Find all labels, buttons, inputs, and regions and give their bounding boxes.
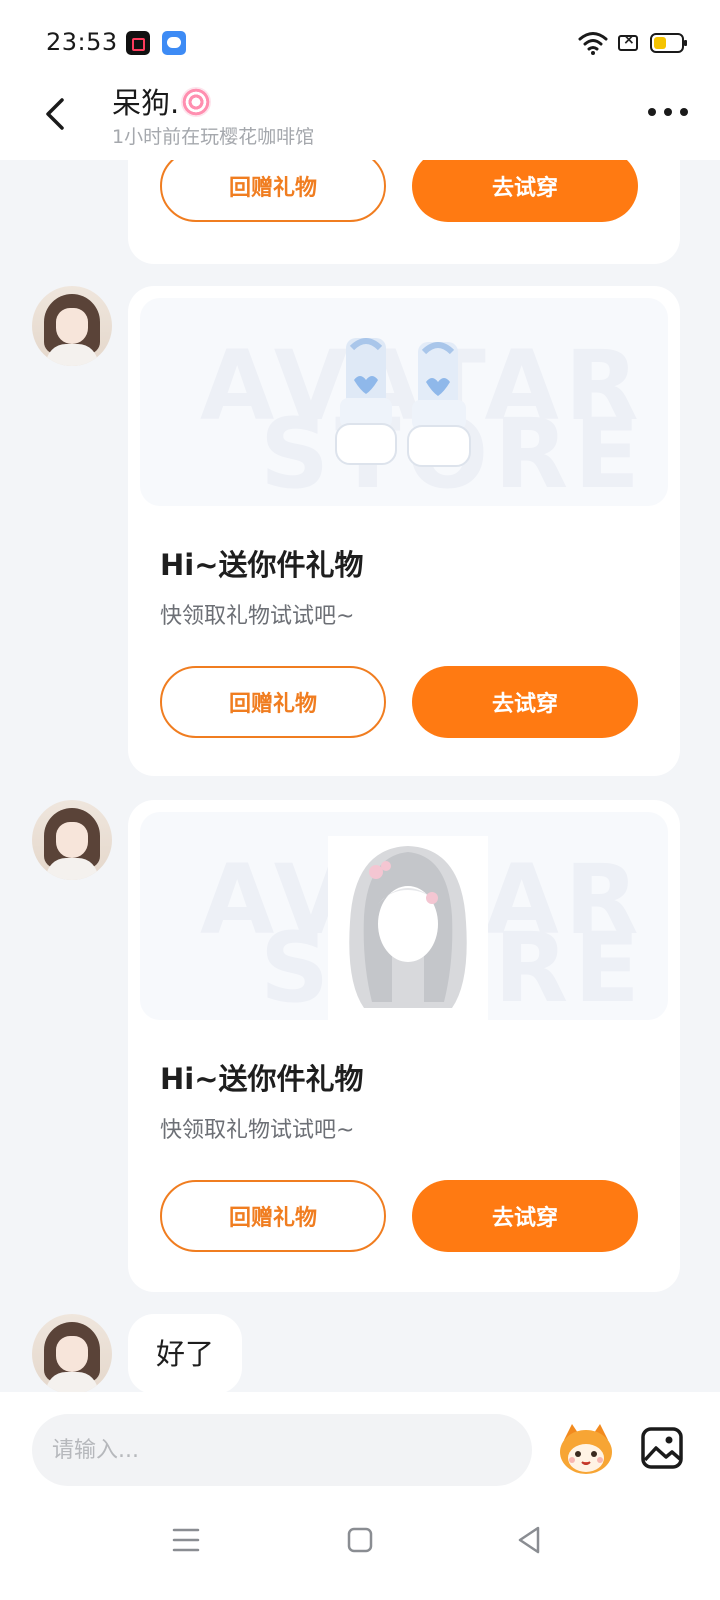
dot-icon <box>680 108 688 116</box>
chat-app-icon <box>162 31 186 55</box>
message-list[interactable]: 回赠礼物 去试穿 AVATAR STORE <box>0 160 720 1392</box>
avatar-body <box>46 344 98 366</box>
more-options-button[interactable] <box>648 102 688 122</box>
dot-icon <box>664 108 672 116</box>
no-sim-icon <box>618 32 638 51</box>
battery-level <box>654 37 666 49</box>
dot-icon <box>648 108 656 116</box>
back-nav-icon[interactable] <box>514 1524 546 1556</box>
system-navigation-bar <box>0 1488 720 1600</box>
screen-record-icon <box>126 31 150 55</box>
gift-item-image[interactable]: AVATAR STORE <box>140 298 668 506</box>
return-gift-button[interactable]: 回赠礼物 <box>160 1180 386 1252</box>
lollipop-emoji-icon <box>181 87 212 117</box>
sender-avatar[interactable] <box>32 1314 112 1392</box>
text-message-bubble[interactable]: 好了 <box>128 1314 243 1392</box>
mascot-sticker-icon[interactable] <box>556 1418 616 1478</box>
silver-hair-icon <box>328 836 488 1020</box>
message-input-bar <box>0 1392 720 1488</box>
try-on-button[interactable]: 去试穿 <box>412 1180 638 1252</box>
return-gift-button[interactable]: 回赠礼物 <box>160 666 386 738</box>
image-picker-icon[interactable] <box>640 1426 684 1470</box>
try-on-button[interactable]: 去试穿 <box>412 666 638 738</box>
boots-icon <box>335 338 471 467</box>
menu-icon[interactable] <box>170 1524 202 1556</box>
status-bar: 23:53 <box>0 0 720 80</box>
try-on-button[interactable]: 去试穿 <box>412 160 638 222</box>
gift-subtitle: 快领取礼物试试吧~ <box>160 604 355 629</box>
message-input[interactable] <box>32 1414 532 1486</box>
home-icon[interactable] <box>344 1524 376 1556</box>
sender-avatar[interactable] <box>32 800 112 880</box>
contact-name-text: 呆狗. <box>112 86 180 120</box>
avatar-face <box>56 308 88 344</box>
chat-header: 呆狗. 1小时前在玩樱花咖啡馆 <box>0 80 720 160</box>
gift-subtitle: 快领取礼物试试吧~ <box>160 1118 355 1143</box>
battery-icon <box>650 33 687 53</box>
sender-avatar[interactable] <box>32 286 112 366</box>
avatar-body <box>46 858 98 880</box>
gift-card: 回赠礼物 去试穿 <box>128 160 680 264</box>
contact-name: 呆狗. <box>112 80 212 122</box>
return-gift-button[interactable]: 回赠礼物 <box>160 160 386 222</box>
gift-item-image[interactable]: AVATAR STORE <box>140 812 668 1020</box>
avatar-face <box>56 822 88 858</box>
gift-title: Hi~送你件礼物 <box>160 1062 364 1096</box>
gift-card: AVATAR STORE Hi~送你件礼物 快领取礼物试试吧~ 回赠礼物 去试穿 <box>128 800 680 1292</box>
wifi-icon <box>578 32 608 55</box>
avatar-face <box>56 1336 88 1372</box>
gift-card: AVATAR STORE Hi~送你件礼物 快领取礼物试试吧~ 回赠礼物 去试穿 <box>128 286 680 776</box>
gift-title: Hi~送你件礼物 <box>160 548 364 582</box>
contact-status: 1小时前在玩樱花咖啡馆 <box>112 126 315 148</box>
back-button[interactable] <box>34 92 78 136</box>
status-time: 23:53 <box>46 28 118 56</box>
